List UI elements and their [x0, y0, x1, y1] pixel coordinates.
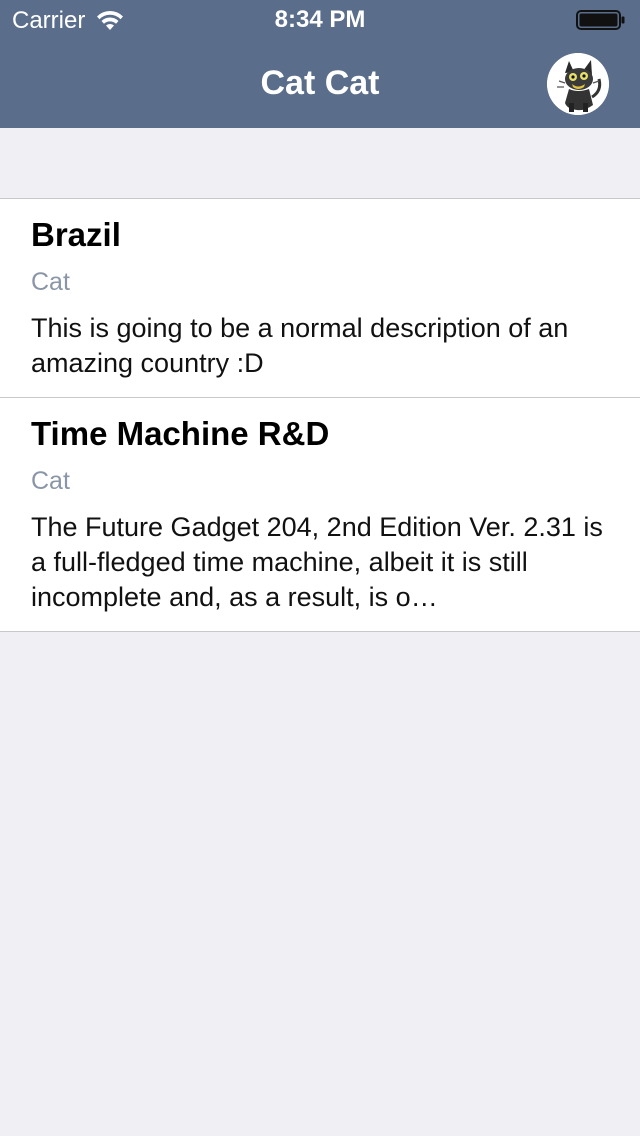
- item-description: This is going to be a normal description…: [31, 313, 569, 378]
- avatar-button[interactable]: [547, 53, 609, 115]
- item-description: The Future Gadget 204, 2nd Edition Ver. …: [31, 512, 603, 612]
- navigation-bar: Carrier 8:34 PM Cat Cat: [0, 0, 640, 128]
- battery-icon: [576, 10, 625, 30]
- item-list: Brazil Cat This is going to be a normal …: [0, 198, 640, 632]
- item-title: Brazil: [31, 216, 121, 253]
- status-bar: Carrier 8:34 PM: [0, 0, 640, 40]
- list-item[interactable]: Brazil Cat This is going to be a normal …: [0, 199, 640, 398]
- list-item[interactable]: Time Machine R&D Cat The Future Gadget 2…: [0, 398, 640, 631]
- status-time: 8:34 PM: [274, 6, 366, 33]
- cat-avatar-icon: [547, 53, 609, 115]
- item-title: Time Machine R&D: [31, 415, 330, 452]
- page-title: Cat Cat: [260, 64, 380, 102]
- item-subtitle: Cat: [31, 268, 70, 296]
- item-subtitle: Cat: [31, 467, 70, 495]
